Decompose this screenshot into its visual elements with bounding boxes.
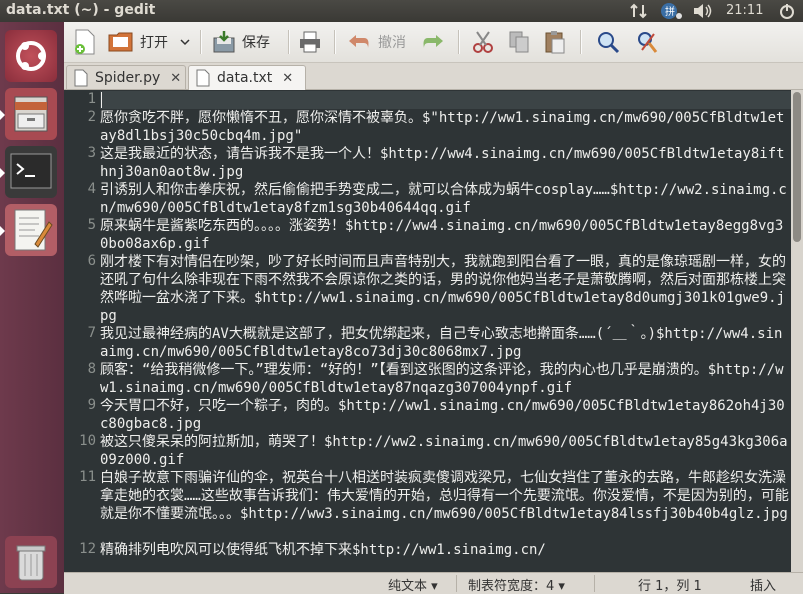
tab-width[interactable]: 制表符宽度：4 ▾ — [468, 575, 565, 594]
document-icon — [74, 69, 88, 87]
insert-mode: 插入 — [750, 579, 777, 594]
open-button-label: 打开 — [140, 35, 168, 51]
clock[interactable]: 21:11 — [726, 3, 763, 21]
cursor-position: 行 1，列 1 — [638, 579, 702, 594]
line-number: 6 — [87, 253, 96, 269]
status-bar: 纯文本 ▾ 制表符宽度：4 ▾ 行 1，列 1 插入 — [64, 572, 803, 594]
line-number: 5 — [87, 217, 96, 233]
line-number-gutter: 1 2 3 4 5 6 7 8 9 10 11 12 — [64, 90, 100, 572]
text-line[interactable]: 被这只傻呆呆的阿拉斯加，萌哭了！$http://ww2.sinaimg.cn/m… — [100, 433, 790, 469]
tab-data-txt[interactable]: data.txt ✕ — [188, 65, 306, 90]
vertical-scrollbar[interactable] — [791, 90, 803, 572]
paste-button[interactable] — [544, 28, 566, 56]
volume-icon[interactable] — [692, 2, 714, 20]
top-panel: data.txt (~) - gedit 拼 21:11 — [0, 0, 803, 22]
dash-home-icon[interactable] — [5, 30, 57, 82]
save-button[interactable]: 保存 — [212, 28, 270, 56]
text-line[interactable]: 顾客：“给我稍微修一下。”理发师：“好的！”【看到这张图的这条评论，我的内心也几… — [100, 361, 790, 397]
text-line[interactable]: 刚才楼下有对情侣在吵架，吵了好长时间而且声音特别大，我就跑到阳台看了一眼，真的是… — [100, 253, 790, 325]
undo-button[interactable]: 撤消 — [346, 28, 406, 56]
line-number: 11 — [79, 469, 96, 485]
trash-icon[interactable] — [5, 536, 57, 588]
close-icon[interactable]: ✕ — [170, 71, 181, 86]
text-line[interactable]: 愿你贪吃不胖，愿你懒惰不丑，愿你深情不被辜负。$"http://ww1.sina… — [100, 109, 790, 145]
line-number: 10 — [79, 433, 96, 449]
text-area[interactable]: 愿你贪吃不胖，愿你懒惰不丑，愿你深情不被辜负。$"http://ww1.sina… — [100, 90, 791, 572]
text-editor[interactable]: 1 2 3 4 5 6 7 8 9 10 11 12 愿你贪吃不胖，愿你懒惰不丑，愿你深情不被辜负。$… — [64, 90, 791, 572]
find-replace-button[interactable] — [636, 28, 660, 56]
text-line[interactable]: 这是我最近的状态，请告诉我不是我一个人！$http://ww4.sinaimg.… — [100, 145, 790, 181]
open-dropdown-button[interactable] — [180, 28, 190, 56]
text-line[interactable]: 引诱别人和你击拳庆祝，然后偷偷把手势变成二，就可以合体成为蜗牛cosplay……… — [100, 181, 790, 217]
network-icon[interactable] — [628, 2, 650, 20]
line-number: 3 — [87, 145, 96, 161]
scrollbar-thumb[interactable] — [793, 92, 801, 242]
save-button-label: 保存 — [242, 35, 270, 51]
keyboard-input-icon[interactable]: 拼 — [659, 2, 683, 20]
line-number: 1 — [87, 91, 96, 107]
print-button[interactable] — [298, 28, 322, 56]
line-number: 8 — [87, 361, 96, 377]
close-icon[interactable]: ✕ — [282, 71, 293, 86]
terminal-icon[interactable] — [0, 146, 57, 198]
text-line[interactable]: 原来蜗牛是酱紫吃东西的。。。。涨姿势！$http://ww4.sinaimg.c… — [100, 217, 790, 253]
svg-text:拼: 拼 — [665, 5, 675, 18]
launcher — [0, 22, 65, 593]
paste-icon — [545, 31, 565, 54]
save-icon — [213, 31, 235, 53]
tab-spider-py[interactable]: Spider.py ✕ — [66, 65, 186, 90]
line-number: 7 — [87, 325, 96, 341]
tab-label: Spider.py — [95, 70, 161, 86]
toolbar: 打开 保存 撤消 — [64, 22, 803, 63]
cut-icon — [473, 31, 493, 53]
text-cursor — [101, 92, 102, 108]
print-icon — [300, 31, 320, 53]
cut-button[interactable] — [472, 28, 494, 56]
text-line[interactable]: 我见过最神经病的AV大概就是这部了，把女优绑起来，自己专心致志地擀面条……(´＿… — [100, 325, 790, 361]
power-icon[interactable] — [777, 2, 797, 20]
line-number: 9 — [87, 397, 96, 413]
undo-icon — [349, 35, 369, 48]
find-button[interactable] — [596, 28, 620, 56]
line-number: 2 — [87, 109, 96, 125]
find-replace-icon — [638, 32, 658, 53]
redo-icon — [423, 35, 443, 48]
chevron-down-icon — [180, 39, 190, 46]
text-line[interactable]: 白娘子故意下雨骗许仙的伞，祝英台十八相送时装疯卖傻调戏梁兄，七仙女挡住了董永的去… — [100, 469, 790, 523]
text-editor-icon[interactable] — [0, 204, 57, 256]
line-number: 12 — [79, 541, 96, 557]
window-title: data.txt (~) - gedit — [6, 2, 156, 18]
folder-open-icon — [108, 32, 133, 52]
open-button[interactable]: 打开 — [108, 28, 168, 56]
language-mode[interactable]: 纯文本 ▾ — [388, 575, 438, 594]
tab-label: data.txt — [217, 70, 273, 86]
new-document-button[interactable] — [74, 28, 96, 56]
line-number: 4 — [87, 181, 96, 197]
copy-icon — [509, 31, 529, 53]
new-document-icon — [75, 29, 95, 55]
copy-button[interactable] — [508, 28, 530, 56]
text-line[interactable]: 精确排列电吹风可以使得纸飞机不掉下来$http://ww1.sinaimg.cn… — [100, 541, 790, 559]
document-icon — [196, 69, 210, 87]
search-icon — [598, 32, 620, 54]
undo-button-label: 撤消 — [378, 35, 406, 51]
files-icon[interactable] — [0, 88, 57, 140]
redo-button[interactable] — [420, 28, 446, 56]
text-line[interactable]: 今天胃口不好，只吃一个粽子，肉的。$http://ww1.sinaimg.cn/… — [100, 397, 790, 433]
document-tabs: Spider.py ✕ data.txt ✕ — [64, 63, 803, 90]
